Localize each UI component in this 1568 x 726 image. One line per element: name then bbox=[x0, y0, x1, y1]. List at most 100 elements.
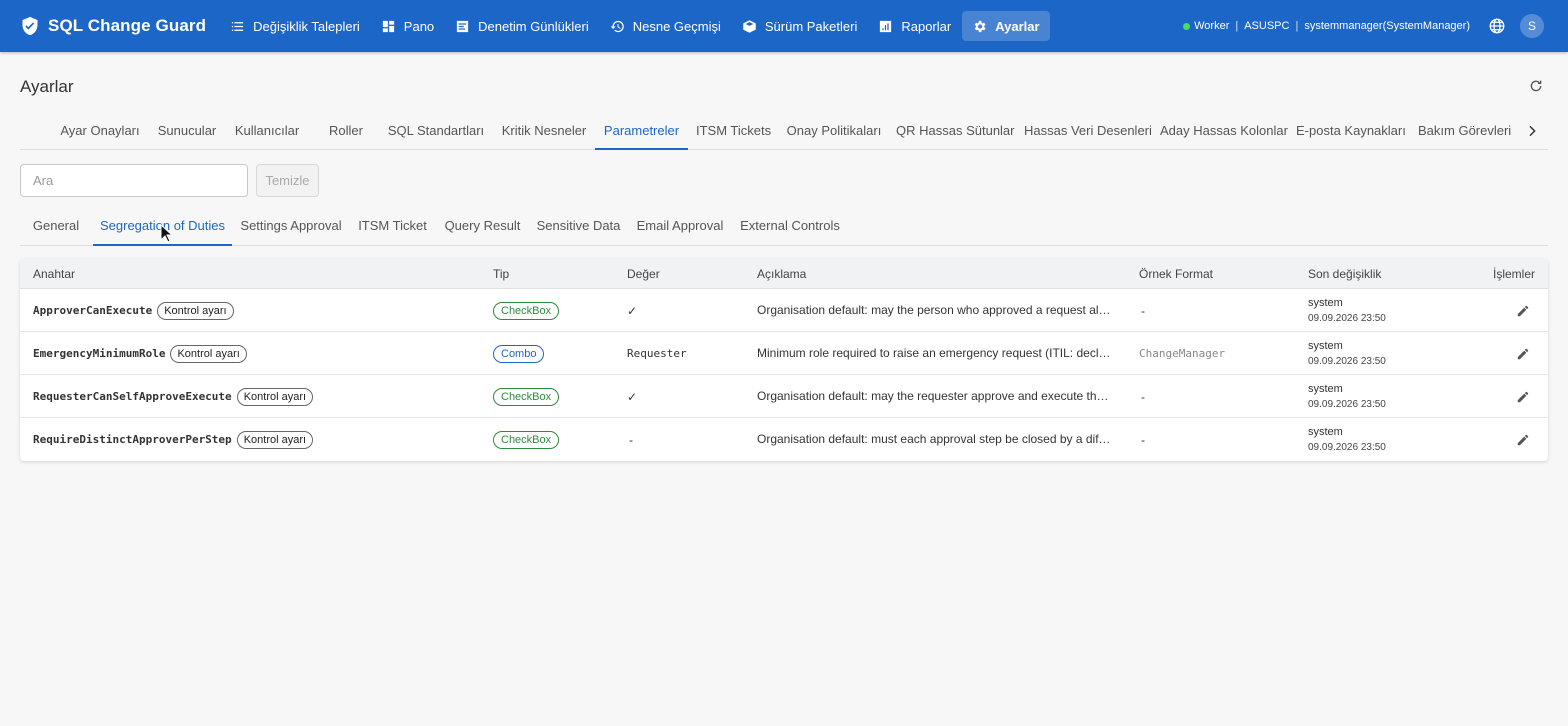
nav-item-reports[interactable]: Raporlar bbox=[868, 11, 961, 41]
modified-at: 09.09.2026 23:50 bbox=[1308, 442, 1386, 453]
parameter-description: Organisation default: may the requester … bbox=[757, 389, 1113, 403]
sample-format: ChangeManager bbox=[1139, 347, 1226, 360]
history-icon bbox=[610, 20, 624, 32]
column-header-last-modified[interactable]: Son değişiklik bbox=[1308, 259, 1381, 289]
modified-at: 09.09.2026 23:50 bbox=[1308, 399, 1386, 410]
globe-icon[interactable] bbox=[1488, 17, 1506, 35]
column-header-description[interactable]: Açıklama bbox=[757, 259, 806, 289]
type-badge: CheckBox bbox=[493, 430, 560, 449]
nav-label: Denetim Günlükleri bbox=[478, 18, 589, 34]
control-setting-badge: Kontrol ayarı bbox=[170, 344, 247, 363]
tab-servers[interactable]: Sunucular bbox=[154, 112, 220, 150]
worker-label: Worker bbox=[1194, 20, 1230, 32]
nav-label: Ayarlar bbox=[995, 18, 1040, 34]
tab-sensitive-data-patterns[interactable]: Hassas Veri Desenleri bbox=[1024, 112, 1152, 150]
parameter-description: Organisation default: may the person who… bbox=[757, 303, 1113, 317]
nav-label: Değişiklik Talepleri bbox=[253, 18, 360, 34]
subtab-settings-approval[interactable]: Settings Approval bbox=[240, 208, 342, 246]
brand[interactable]: SQL Change Guard bbox=[20, 16, 206, 36]
control-setting-badge: Kontrol ayarı bbox=[236, 387, 314, 406]
dashboard-icon bbox=[382, 20, 394, 32]
refresh-icon[interactable] bbox=[1528, 78, 1544, 94]
edit-icon[interactable] bbox=[1516, 433, 1530, 447]
tab-maintenance-tasks[interactable]: Bakım Görevleri bbox=[1418, 112, 1511, 150]
gear-icon bbox=[974, 20, 986, 32]
tab-parameters[interactable]: Parametreler bbox=[595, 112, 688, 150]
sample-format: - bbox=[1141, 303, 1145, 318]
edit-icon[interactable] bbox=[1516, 390, 1530, 404]
page-title: Ayarlar bbox=[20, 77, 74, 96]
status-area: Worker | ASUSPC | systemmanager(SystemMa… bbox=[1183, 0, 1544, 52]
package-icon bbox=[743, 19, 756, 33]
control-setting-badge: Kontrol ayarı bbox=[236, 430, 314, 449]
subtab-email-approval[interactable]: Email Approval bbox=[635, 208, 725, 246]
nav-item-object-history[interactable]: Nesne Geçmişi bbox=[600, 11, 731, 41]
tab-users[interactable]: Kullanıcılar bbox=[230, 112, 304, 150]
modified-by: system bbox=[1308, 297, 1343, 309]
tab-email-sources[interactable]: E-posta Kaynakları bbox=[1296, 112, 1406, 150]
tab-setting-approvals[interactable]: Ayar Onayları bbox=[54, 112, 146, 150]
parameter-value: ✓ bbox=[627, 389, 638, 404]
parameter-key: RequesterCanSelfApproveExecute bbox=[33, 390, 232, 403]
separator: | bbox=[1235, 20, 1239, 32]
chevron-right-icon[interactable] bbox=[1524, 123, 1540, 139]
control-setting-badge: Kontrol ayarı bbox=[157, 301, 234, 320]
nav-item-release-packages[interactable]: Sürüm Paketleri bbox=[732, 11, 867, 41]
subtab-general[interactable]: General bbox=[26, 208, 86, 246]
tab-critical-objects[interactable]: Kritik Nesneler bbox=[500, 112, 588, 150]
table-row: RequesterCanSelfApproveExecute Kontrol ay… bbox=[20, 375, 1548, 418]
tab-qr-sensitive-columns[interactable]: QR Hassas Sütunlar bbox=[896, 112, 1015, 150]
modified-by: system bbox=[1308, 340, 1343, 352]
subtab-itsm-ticket[interactable]: ITSM Ticket bbox=[356, 208, 429, 246]
parameter-key: RequireDistinctApproverPerStep bbox=[33, 433, 232, 446]
tab-approval-policies[interactable]: Onay Politikaları bbox=[786, 112, 882, 150]
table-row: ApproverCanExecute Kontrol ayarı CheckBox… bbox=[20, 289, 1548, 332]
current-user: systemmanager(SystemManager) bbox=[1304, 20, 1470, 32]
search-input[interactable] bbox=[20, 164, 248, 197]
type-badge: Combo bbox=[493, 344, 545, 363]
column-header-value[interactable]: Değer bbox=[627, 259, 660, 289]
nav-label: Sürüm Paketleri bbox=[764, 18, 858, 34]
separator: | bbox=[1295, 20, 1299, 32]
modified-by: system bbox=[1308, 426, 1343, 438]
clear-button[interactable]: Temizle bbox=[256, 164, 319, 197]
sample-format: - bbox=[1141, 389, 1145, 404]
parameter-description: Organisation default: must each approval… bbox=[757, 432, 1113, 446]
parameters-table: Anahtar Tip Değer Açıklama Örnek Format … bbox=[20, 259, 1548, 461]
tab-sql-standards[interactable]: SQL Standartları bbox=[386, 112, 486, 150]
nav-item-settings[interactable]: Ayarlar bbox=[962, 11, 1050, 41]
type-badge: CheckBox bbox=[493, 301, 560, 320]
modified-by: system bbox=[1308, 383, 1343, 395]
column-header-type[interactable]: Tip bbox=[493, 259, 509, 289]
edit-icon[interactable] bbox=[1516, 304, 1530, 318]
parameter-value: ✓ bbox=[627, 303, 638, 318]
column-header-key[interactable]: Anahtar bbox=[33, 259, 75, 289]
nav-item-audit-logs[interactable]: Denetim Günlükleri bbox=[445, 11, 599, 41]
main-nav: Değişiklik Talepleri Pano Denetim Günlük… bbox=[220, 0, 1050, 52]
modified-at: 09.09.2026 23:50 bbox=[1308, 356, 1386, 367]
nav-item-change-requests[interactable]: Değişiklik Talepleri bbox=[220, 11, 370, 41]
shield-check-icon bbox=[22, 16, 38, 36]
chart-icon bbox=[880, 20, 892, 32]
main-tabs: Ayar Onayları Sunucular Kullanıcılar Rol… bbox=[20, 112, 1548, 150]
tab-roles[interactable]: Roller bbox=[322, 112, 370, 150]
parameter-description: Minimum role required to raise an emerge… bbox=[757, 346, 1113, 360]
tab-itsm-tickets[interactable]: ITSM Tickets bbox=[696, 112, 771, 150]
edit-icon[interactable] bbox=[1516, 347, 1530, 361]
tab-candidate-sensitive-columns[interactable]: Aday Hassas Kolonlar bbox=[1160, 112, 1288, 150]
parameter-key: EmergencyMinimumRole bbox=[33, 347, 166, 360]
host-name: ASUSPC bbox=[1244, 20, 1290, 32]
subtab-query-result[interactable]: Query Result bbox=[443, 208, 522, 246]
column-header-sample-format[interactable]: Örnek Format bbox=[1139, 259, 1213, 289]
subtab-external-controls[interactable]: External Controls bbox=[739, 208, 841, 246]
avatar[interactable]: S bbox=[1520, 14, 1544, 38]
column-header-actions: İşlemler bbox=[1492, 267, 1535, 281]
subtab-sensitive-data[interactable]: Sensitive Data bbox=[536, 208, 621, 246]
modified-at: 09.09.2026 23:50 bbox=[1308, 313, 1386, 324]
nav-label: Pano bbox=[403, 18, 435, 34]
nav-item-dashboard[interactable]: Pano bbox=[371, 11, 444, 41]
mouse-cursor-icon bbox=[160, 224, 174, 243]
type-badge: CheckBox bbox=[493, 387, 560, 406]
table-row: RequireDistinctApproverPerStep Kontrol ay… bbox=[20, 418, 1548, 461]
parameter-value: - bbox=[629, 432, 633, 447]
